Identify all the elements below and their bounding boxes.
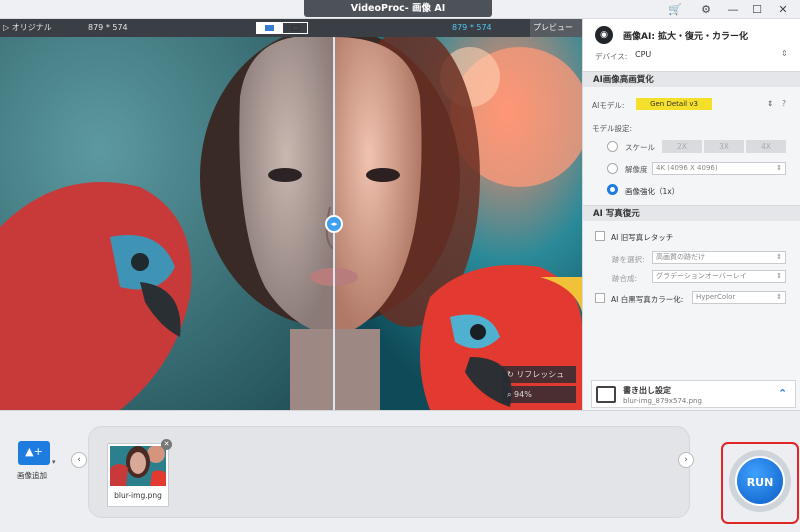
enhanced-resolution: 879 * 574 <box>452 23 492 32</box>
device-select[interactable]: CPU <box>635 50 651 59</box>
chevron-icon: ⇕ <box>776 293 782 301</box>
blend-value: グラデーションオーバーレイ <box>656 272 747 280</box>
colorize-label: AI 白黒写真カラー化: <box>611 295 684 304</box>
refresh-icon: ↻ <box>507 370 517 379</box>
minimize-button[interactable]: — <box>722 0 744 19</box>
original-resolution: 879 * 574 <box>88 23 128 32</box>
model-select[interactable]: Gen Detail v3 <box>636 98 712 110</box>
split-view-button[interactable] <box>256 22 282 34</box>
panel-header: ◉ 画像AI: 拡大・復元・カラー化 デバイス: CPU ⇕ <box>583 19 800 71</box>
side-by-side-icon <box>290 25 300 31</box>
colorize-value: HyperColor <box>696 293 736 301</box>
split-handle-icon[interactable]: ◂▸ <box>325 215 343 233</box>
title-bar: VideoProc- 画像 AI 🛒 ⚙ — ☐ ✕ <box>0 0 800 19</box>
old-photo-label: AI 旧写真レタッチ <box>611 233 674 242</box>
add-image-label: 画像追加 <box>17 471 47 480</box>
scale-3x-button[interactable]: 3X <box>704 140 744 153</box>
app-title: VideoProc- 画像 AI <box>304 0 492 17</box>
image-thumbnail[interactable]: blur-img.png <box>107 443 169 507</box>
resolution-radio[interactable] <box>607 163 618 174</box>
chevron-icon: ⇕ <box>776 272 782 280</box>
preview-button-label: プレビュー <box>533 23 573 32</box>
chevron-icon: ⇕ <box>776 164 782 172</box>
scale-2x-button[interactable]: 2X <box>662 140 702 153</box>
select-scratch-select[interactable]: 高画質の跡だけ ⇕ <box>652 251 786 264</box>
export-filename: blur-img_879x574.png <box>623 397 702 405</box>
colorize-checkbox[interactable] <box>595 293 605 303</box>
resolution-label: 解像度 <box>625 165 648 174</box>
old-photo-checkbox[interactable] <box>595 231 605 241</box>
close-button[interactable]: ✕ <box>772 0 794 19</box>
split-view-icon <box>264 25 274 31</box>
scale-4x-button[interactable]: 4X <box>746 140 786 153</box>
scroll-right-button[interactable]: › <box>678 452 694 468</box>
enhance-radio[interactable] <box>607 184 618 195</box>
model-label: AIモデル: <box>592 101 625 110</box>
select-scratch-value: 高画質の跡だけ <box>656 253 705 261</box>
run-button[interactable]: RUN <box>735 456 785 506</box>
enhance-section-header: AI画像高画質化 <box>583 71 800 87</box>
zoom-indicator[interactable]: ⌕ 94% <box>502 386 576 403</box>
zoom-icon: ⌕ <box>507 390 515 399</box>
maximize-button[interactable]: ☐ <box>746 0 768 19</box>
gear-icon[interactable]: ⚙ <box>695 0 717 19</box>
original-label: ▷ オリジナル <box>3 23 52 32</box>
blend-select[interactable]: グラデーションオーバーレイ ⇕ <box>652 270 786 283</box>
add-image-icon[interactable]: ▲+ <box>18 441 50 465</box>
thumbnail-name: blur-img.png <box>114 491 162 500</box>
resolution-select[interactable]: 4K (4096 X 4096) ⇕ <box>652 162 786 175</box>
model-settings-label: モデル設定: <box>592 124 633 133</box>
help-icon[interactable]: ? <box>782 99 786 108</box>
zoom-level: 94% <box>514 390 532 399</box>
device-chevron-icon[interactable]: ⇕ <box>781 49 788 58</box>
file-strip <box>88 426 690 518</box>
export-title: 書き出し設定 <box>623 386 671 395</box>
export-settings-icon <box>596 386 616 403</box>
chevron-up-icon[interactable]: ⌃ <box>778 387 787 400</box>
image-preview[interactable] <box>0 37 582 410</box>
scroll-left-button[interactable]: ‹ <box>71 452 87 468</box>
panel-title: 画像AI: 拡大・復元・カラー化 <box>623 32 749 42</box>
preview-toolbar: ▷ オリジナル 879 * 574 879 * 574 プレビュー 🔍 <box>0 19 582 50</box>
ai-logo-icon: ◉ <box>595 26 613 44</box>
device-label: デバイス: <box>595 52 628 61</box>
preview-button[interactable]: プレビュー 🔍 <box>530 19 582 50</box>
scale-radio[interactable] <box>607 141 618 152</box>
chevron-icon: ⇕ <box>776 253 782 261</box>
enhance-label: 画像強化（1x） <box>625 187 680 196</box>
preview-image <box>0 37 582 410</box>
export-settings-card[interactable]: 書き出し設定 blur-img_879x574.png ⌃ <box>591 380 796 408</box>
refresh-label: リフレッシュ <box>516 370 565 379</box>
side-by-side-view-button[interactable] <box>282 22 308 34</box>
model-chevron-icon[interactable]: ⇕ <box>767 99 773 108</box>
colorize-select[interactable]: HyperColor ⇕ <box>692 291 786 304</box>
view-mode-toggle <box>256 22 308 34</box>
remove-image-icon[interactable]: ✕ <box>161 439 172 450</box>
dropdown-caret-icon[interactable]: ▾ <box>52 458 56 466</box>
restore-section-header: AI 写真復元 <box>583 205 800 221</box>
settings-panel: ◉ 画像AI: 拡大・復元・カラー化 デバイス: CPU ⇕ AI画像高画質化 … <box>582 19 800 410</box>
scale-label: スケール <box>625 143 655 152</box>
blend-label: 跡合成: <box>612 274 638 283</box>
thumbnail-image <box>110 446 166 486</box>
resolution-value: 4K (4096 X 4096) <box>656 164 718 172</box>
shopping-cart-icon[interactable]: 🛒 <box>664 0 686 19</box>
refresh-button[interactable]: ↻ リフレッシュ <box>502 366 576 383</box>
select-scratch-label: 跡を選択: <box>612 255 645 264</box>
